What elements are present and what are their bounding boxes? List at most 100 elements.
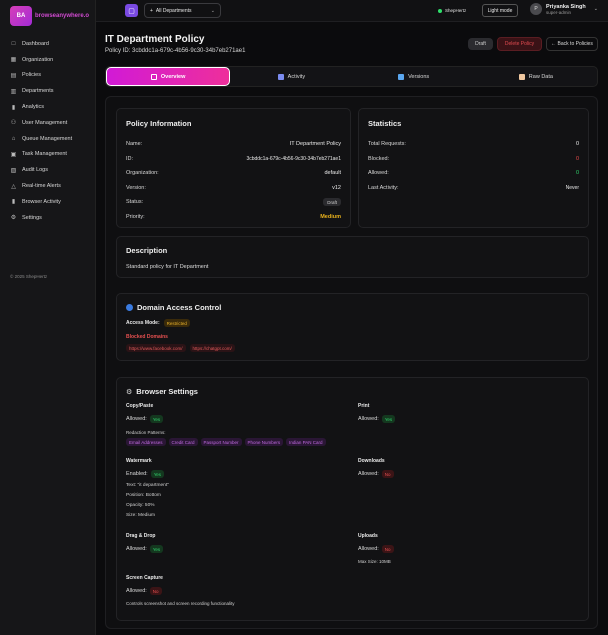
allowed-label: Allowed: xyxy=(126,416,147,422)
tab-raw-data[interactable]: Raw Data xyxy=(475,67,597,86)
brand[interactable]: BA browseanywhere.o xyxy=(10,6,89,26)
sidebar-item-departments[interactable]: ▥ Departments xyxy=(10,83,92,99)
activity-icon xyxy=(277,73,284,80)
info-row: ID: 3cbddc1a-679c-4b56-9c30-34b7eb271ae1 xyxy=(126,152,341,167)
app-switcher-button[interactable]: ▢ xyxy=(125,4,138,17)
allowed-badge: Yes xyxy=(149,415,164,423)
tab-activity[interactable]: Activity xyxy=(230,67,352,86)
chevron-down-icon: ⌄ xyxy=(210,7,215,14)
copy-paste-allowed: Allowed: Yes xyxy=(126,415,326,423)
watermark-position: Position: Bottom xyxy=(126,493,161,498)
watermark-title: Watermark xyxy=(126,458,152,464)
stat-row: Blocked: 0 xyxy=(368,152,579,167)
sidebar-item-label: User Management xyxy=(22,119,68,126)
dashboard-icon: □ xyxy=(11,40,16,47)
info-row: Organization: default xyxy=(126,166,341,181)
redaction-pattern-chip: Indian PAN Card xyxy=(286,438,326,446)
access-mode-label: Access Mode: xyxy=(126,320,160,326)
sidebar-item-policies[interactable]: ▤ Policies xyxy=(10,68,92,84)
tab-label: Raw Data xyxy=(528,73,553,80)
sidebar-item-real-time-alerts[interactable]: △ Real-time Alerts xyxy=(10,178,92,194)
blocked-domains-title: Blocked Domains xyxy=(126,334,168,340)
light-mode-button[interactable]: Light mode xyxy=(482,4,518,17)
drag-drop-allowed: Allowed: Yes xyxy=(126,545,164,553)
sidebar-item-audit-logs[interactable]: ▧ Audit Logs xyxy=(10,162,92,178)
tab-label: Versions xyxy=(408,73,430,80)
info-label: Status: xyxy=(126,199,144,206)
document-icon: ▤ xyxy=(10,72,17,79)
stat-label: Blocked: xyxy=(368,155,390,162)
sidebar-item-dashboard[interactable]: □ Dashboard xyxy=(10,36,92,52)
allowed-badge: Yes xyxy=(149,545,164,553)
card-title: Policy Information xyxy=(126,119,192,128)
access-mode-badge: Restricted xyxy=(163,319,190,327)
sidebar-item-task-management[interactable]: ▣ Task Management xyxy=(10,147,92,163)
topbar: ▢ + All Departments ⌄ ShepHertz Light mo… xyxy=(96,0,608,22)
info-row-priority: Priority: Medium xyxy=(126,210,341,225)
info-row: Version: v12 xyxy=(126,181,341,196)
access-mode: Access Mode: Restricted xyxy=(126,319,579,327)
sidebar-item-label: Audit Logs xyxy=(22,167,48,174)
info-value: 3cbddc1a-679c-4b56-9c30-34b7eb271ae1 xyxy=(246,155,341,162)
user-menu[interactable]: P Priyanka Singh super-admin ⌄ xyxy=(530,3,598,15)
user-name: Priyanka Singh xyxy=(546,3,586,10)
enabled-badge: Yes xyxy=(150,470,165,478)
brand-name: browseanywhere.o xyxy=(35,13,90,19)
chevron-down-icon: ⌄ xyxy=(593,6,598,12)
copy-paste-title: Copy/Paste xyxy=(126,403,154,409)
tab-versions[interactable]: Versions xyxy=(353,67,475,86)
downloads-title: Downloads xyxy=(358,458,385,464)
sidebar-item-settings[interactable]: ⚙ Settings xyxy=(10,210,92,226)
allowed-badge: No xyxy=(149,587,162,595)
allowed-label: Allowed: xyxy=(126,588,147,594)
sidebar-item-user-management[interactable]: ⚇ User Management xyxy=(10,115,92,131)
sidebar-item-label: Real-time Alerts xyxy=(22,183,61,190)
stat-row: Total Requests: 0 xyxy=(368,137,579,152)
stat-value: 0 xyxy=(575,155,579,162)
watermark-section: Watermark Enabled: Yes Text: "it departme… xyxy=(126,458,169,518)
sidebar-item-label: Queue Management xyxy=(22,135,73,142)
back-to-policies-button[interactable]: ← Back to Policies xyxy=(546,37,598,51)
allowed-badge: Yes xyxy=(381,415,396,423)
user-role: super-admin xyxy=(546,9,572,15)
sidebar-item-organization[interactable]: ▦ Organization xyxy=(10,52,92,68)
browser-settings-card: ⚙ Browser Settings Copy/Paste Allowed: Ye… xyxy=(116,377,589,621)
stat-value: Never xyxy=(565,184,579,191)
alert-icon: △ xyxy=(11,183,16,190)
drag-drop-title: Drag & Drop xyxy=(126,533,156,539)
info-value: default xyxy=(324,170,341,177)
sidebar-item-analytics[interactable]: ▮ Analytics xyxy=(10,99,92,115)
card-title: Statistics xyxy=(368,119,402,128)
allowed-label: Allowed: xyxy=(358,546,379,552)
sidebar-nav: □ Dashboard ▦ Organization ▤ Policies ▥ Depa… xyxy=(10,36,92,226)
queue-icon: ⌂ xyxy=(11,135,16,142)
avatar: P xyxy=(530,3,542,15)
tab-overview[interactable]: Overview xyxy=(106,67,231,86)
overview-panel: Policy Information Name: IT Department Po… xyxy=(105,96,598,629)
uploads-section: Uploads Allowed: No Max Size: 10MB xyxy=(358,533,394,564)
domain-access-card: Domain Access Control Access Mode: Restr… xyxy=(116,293,589,361)
brand-logo: BA xyxy=(10,6,32,26)
sidebar-item-label: Dashboard xyxy=(22,40,49,47)
online-dot-icon xyxy=(438,8,442,13)
blocked-domain-chip: https://chatgpt.com/ xyxy=(189,344,235,352)
department-select[interactable]: + All Departments ⌄ xyxy=(144,3,221,18)
copyright: © 2025 ShepHertz xyxy=(10,274,48,279)
redaction-patterns-label: Redaction Patterns: xyxy=(126,430,166,435)
globe-icon xyxy=(126,304,133,311)
sidebar-item-label: Task Management xyxy=(22,151,67,158)
sidebar-item-browser-activity[interactable]: ▮ Browser Activity xyxy=(10,194,92,210)
status-badge: Draft xyxy=(323,198,341,207)
redaction-pattern-chip: Email Addresses xyxy=(126,438,166,446)
sidebar-item-queue-management[interactable]: ⌂ Queue Management xyxy=(10,131,92,147)
info-label: Priority: xyxy=(126,213,145,220)
uploads-max-size: Max Size: 10MB xyxy=(358,559,391,564)
tab-bar: Overview Activity Versions Raw Data xyxy=(105,66,598,87)
gear-icon: ⚙ xyxy=(10,215,17,222)
department-select-value: All Departments xyxy=(155,7,192,14)
priority-value: Medium xyxy=(320,213,341,220)
description-text: Standard policy for IT Department xyxy=(126,264,209,270)
info-row-status: Status: Draft xyxy=(126,195,341,210)
users-icon: ⚇ xyxy=(10,120,17,127)
delete-policy-button[interactable]: Delete Policy xyxy=(497,37,542,51)
